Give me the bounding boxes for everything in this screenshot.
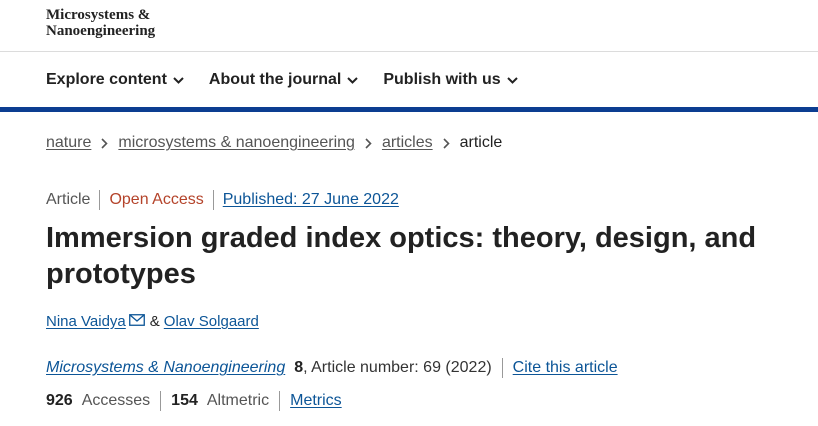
logo-line-2: Nanoengineering (46, 23, 156, 39)
citation-line: Microsystems & Nanoengineering 8 , Artic… (46, 358, 618, 378)
author-separator: & (149, 313, 160, 330)
author-link-olav-solgaard[interactable]: Olav Solgaard (164, 313, 259, 330)
article-title: Immersion graded index optics: theory, d… (46, 222, 757, 290)
altmetric-label: Altmetric (206, 392, 270, 409)
divider (501, 358, 503, 378)
author-list: Nina Vaidya & Olav Solgaard (46, 313, 259, 330)
header-divider (0, 51, 818, 52)
chevron-down-icon (506, 76, 518, 84)
metrics-link[interactable]: Metrics (290, 392, 342, 410)
altmetric-count: 154 (171, 392, 198, 409)
logo-line-1: Microsystems & (46, 7, 151, 23)
breadcrumb-current: article (459, 134, 503, 151)
cite-article-link[interactable]: Cite this article (513, 359, 618, 377)
divider (160, 391, 162, 411)
nav-explore-content-label: Explore content (46, 71, 167, 88)
nav-publish-with-us-label: Publish with us (383, 71, 501, 88)
chevron-right-icon (101, 137, 109, 149)
divider (212, 190, 214, 210)
article-metrics: 926 Accesses 154 Altmetric Metrics (46, 391, 342, 411)
breadcrumb-link-journal[interactable]: microsystems & nanoengineering (118, 134, 355, 152)
accesses-count: 926 (46, 392, 73, 409)
chevron-down-icon (173, 76, 184, 84)
journal-logo[interactable]: Microsystems & Nanoengineering (46, 7, 155, 39)
divider (279, 391, 281, 411)
divider (99, 190, 101, 210)
article-number: , Article number: 69 (2022) (303, 359, 492, 376)
nav-publish-with-us[interactable]: Publish with us (383, 71, 518, 89)
nav-explore-content[interactable]: Explore content (46, 71, 184, 89)
article-meta: Article Open Access Published: 27 June 2… (46, 190, 399, 210)
chevron-down-icon (347, 76, 359, 84)
nav-about-journal[interactable]: About the journal (208, 71, 359, 89)
chevron-right-icon (365, 137, 372, 149)
brand-color-bar (0, 107, 818, 112)
accesses-label: Accesses (81, 392, 151, 409)
breadcrumb-link-nature[interactable]: nature (46, 134, 91, 152)
envelope-icon[interactable] (128, 313, 145, 326)
main-nav: Explore content About the journal Publis… (46, 71, 543, 89)
nav-about-journal-label: About the journal (208, 71, 342, 88)
journal-name-link[interactable]: Microsystems & Nanoengineering (46, 359, 285, 377)
published-date-link[interactable]: Published: 27 June 2022 (223, 191, 399, 209)
open-access-badge: Open Access (109, 191, 204, 208)
author-link-nina-vaidya[interactable]: Nina Vaidya (46, 313, 126, 330)
breadcrumb: nature microsystems & nanoengineering ar… (46, 134, 502, 152)
chevron-right-icon (443, 137, 450, 149)
breadcrumb-link-articles[interactable]: articles (382, 134, 433, 152)
volume-number: 8 (294, 359, 304, 376)
article-type: Article (46, 191, 91, 208)
